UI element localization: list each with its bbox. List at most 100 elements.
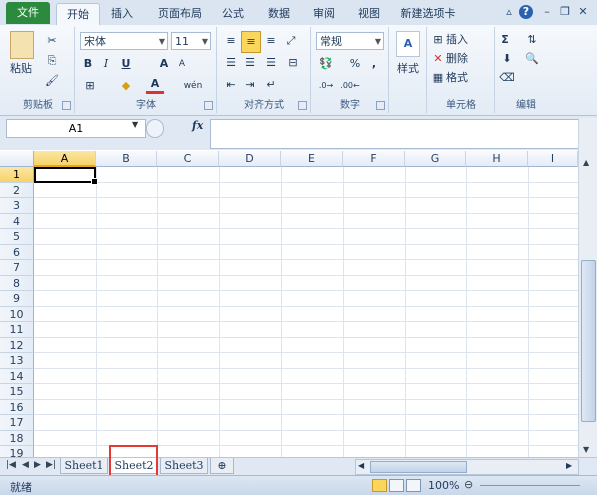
row-header-12[interactable]: 12 — [0, 337, 34, 353]
alignment-launcher-icon[interactable] — [298, 101, 307, 110]
paste-button[interactable]: 粘贴 — [6, 59, 36, 79]
tab-insert[interactable]: 插入 — [104, 3, 140, 24]
row-header-3[interactable]: 3 — [0, 198, 34, 214]
minimize-window-icon[interactable]: – — [540, 5, 554, 19]
percent-button[interactable]: % — [348, 54, 362, 74]
shrink-font-button[interactable]: A — [174, 54, 190, 74]
page-break-view-icon[interactable] — [406, 479, 421, 492]
format-cells-button[interactable]: 格式 — [446, 68, 486, 88]
page-layout-view-icon[interactable] — [389, 479, 404, 492]
tab-data[interactable]: 数据 — [260, 3, 298, 24]
vertical-scroll-thumb[interactable] — [581, 260, 596, 422]
column-header-g[interactable]: G — [405, 151, 466, 167]
decrease-decimal-icon[interactable]: .00← — [340, 76, 360, 96]
minimize-ribbon-icon[interactable]: ▵ — [502, 5, 516, 19]
wrap-text-icon[interactable]: ↵ — [262, 75, 280, 95]
align-left-icon[interactable]: ☰ — [222, 53, 240, 73]
italic-button[interactable]: I — [98, 54, 114, 74]
row-header-10[interactable]: 10 — [0, 306, 34, 322]
insert-function-button[interactable]: fx — [192, 119, 203, 132]
row-header-7[interactable]: 7 — [0, 260, 34, 276]
phonetic-button[interactable]: wén — [180, 76, 206, 96]
align-right-icon[interactable]: ☰ — [262, 53, 280, 73]
last-sheet-icon[interactable]: ▶| — [46, 460, 56, 470]
tab-new-tab[interactable]: 新建选项卡 — [395, 3, 461, 24]
tab-file[interactable]: 文件 — [6, 2, 50, 24]
font-color-button[interactable]: A — [146, 76, 164, 94]
horizontal-scrollbar[interactable]: ◀ ▶ — [355, 459, 579, 475]
row-header-16[interactable]: 16 — [0, 399, 34, 415]
row-header-1[interactable]: 1 — [0, 167, 34, 183]
row-header-4[interactable]: 4 — [0, 213, 34, 229]
font-launcher-icon[interactable] — [204, 101, 213, 110]
scroll-up-icon[interactable]: ▲ — [583, 158, 589, 167]
tab-review[interactable]: 审阅 — [305, 3, 343, 24]
select-all-corner[interactable] — [0, 151, 34, 167]
scroll-left-icon[interactable]: ◀ — [358, 461, 364, 470]
normal-view-icon[interactable] — [372, 479, 387, 492]
bold-button[interactable]: B — [80, 54, 96, 74]
find-select-icon[interactable]: 🔍 — [522, 49, 542, 69]
column-header-d[interactable]: D — [219, 151, 281, 167]
grow-font-button[interactable]: A — [156, 54, 172, 74]
autosum-button[interactable]: Σ — [498, 30, 512, 50]
sort-filter-icon[interactable]: ⇅ — [522, 30, 542, 50]
orientation-icon[interactable]: ⤢ — [282, 31, 300, 51]
font-size-select[interactable]: 11 ▼ — [171, 32, 211, 50]
clipboard-launcher-icon[interactable] — [62, 101, 71, 110]
prev-sheet-icon[interactable]: ◀ — [22, 460, 29, 470]
zoom-slider[interactable] — [480, 485, 580, 486]
comma-button[interactable]: , — [368, 54, 380, 74]
vertical-scrollbar[interactable]: ▲ ▼ — [578, 118, 597, 457]
font-family-select[interactable]: 宋体 ▼ — [80, 32, 168, 50]
merge-center-icon[interactable]: ⊟ — [282, 53, 304, 73]
insert-sheet-icon[interactable]: ⊕ — [210, 458, 234, 474]
align-bottom-icon[interactable]: ≡ — [262, 31, 280, 51]
cut-icon[interactable]: ✂ — [42, 31, 62, 51]
format-painter-icon[interactable]: 🖌 — [42, 71, 62, 91]
next-sheet-icon[interactable]: ▶ — [34, 460, 41, 470]
column-header-f[interactable]: F — [343, 151, 405, 167]
formula-input[interactable] — [210, 119, 579, 149]
column-header-e[interactable]: E — [281, 151, 343, 167]
tab-page-layout[interactable]: 页面布局 — [150, 3, 210, 24]
decrease-indent-icon[interactable]: ⇤ — [222, 75, 240, 95]
tab-home[interactable]: 开始 — [56, 3, 100, 26]
underline-button[interactable]: U — [118, 54, 134, 74]
tab-view[interactable]: 视图 — [350, 3, 388, 24]
increase-indent-icon[interactable]: ⇥ — [241, 75, 259, 95]
row-header-8[interactable]: 8 — [0, 275, 34, 291]
column-header-i[interactable]: I — [528, 151, 578, 167]
currency-icon[interactable]: 💱 — [316, 54, 336, 74]
styles-button[interactable]: 样式 — [392, 59, 424, 79]
increase-decimal-icon[interactable]: .0→ — [316, 76, 336, 96]
worksheet-grid[interactable]: ABCDEFGHI 1 2 3 4 5 6 7 8 9 10 11 12 13 14 15 16 17 18 19 — [0, 151, 578, 462]
first-sheet-icon[interactable]: |◀ — [6, 460, 16, 470]
help-icon[interactable]: ? — [519, 5, 533, 19]
name-box[interactable]: A1 — [6, 119, 146, 138]
row-header-18[interactable]: 18 — [0, 430, 34, 446]
horizontal-scroll-thumb[interactable] — [370, 461, 467, 473]
row-header-13[interactable]: 13 — [0, 353, 34, 369]
row-header-2[interactable]: 2 — [0, 182, 34, 198]
name-box-dropdown-icon[interactable]: ▼ — [132, 120, 138, 129]
column-header-b[interactable]: B — [96, 151, 157, 167]
number-launcher-icon[interactable] — [376, 101, 385, 110]
clear-icon[interactable]: ⌫ — [498, 68, 516, 88]
scroll-down-icon[interactable]: ▼ — [583, 445, 589, 454]
column-header-h[interactable]: H — [466, 151, 528, 167]
column-header-a[interactable]: A — [34, 151, 96, 167]
row-header-17[interactable]: 17 — [0, 415, 34, 431]
row-header-6[interactable]: 6 — [0, 244, 34, 260]
delete-cells-button[interactable]: 删除 — [446, 49, 486, 69]
row-header-11[interactable]: 11 — [0, 322, 34, 338]
borders-icon[interactable]: ⊞ — [80, 76, 100, 96]
row-header-9[interactable]: 9 — [0, 291, 34, 307]
column-header-c[interactable]: C — [157, 151, 219, 167]
align-top-icon[interactable]: ≡ — [222, 31, 240, 51]
fill-icon[interactable]: ⬇ — [498, 49, 516, 69]
scroll-right-icon[interactable]: ▶ — [566, 461, 572, 470]
row-header-14[interactable]: 14 — [0, 368, 34, 384]
restore-window-icon[interactable]: ❐ — [558, 5, 572, 19]
sheet-tab-sheet3[interactable]: Sheet3 — [160, 458, 208, 474]
